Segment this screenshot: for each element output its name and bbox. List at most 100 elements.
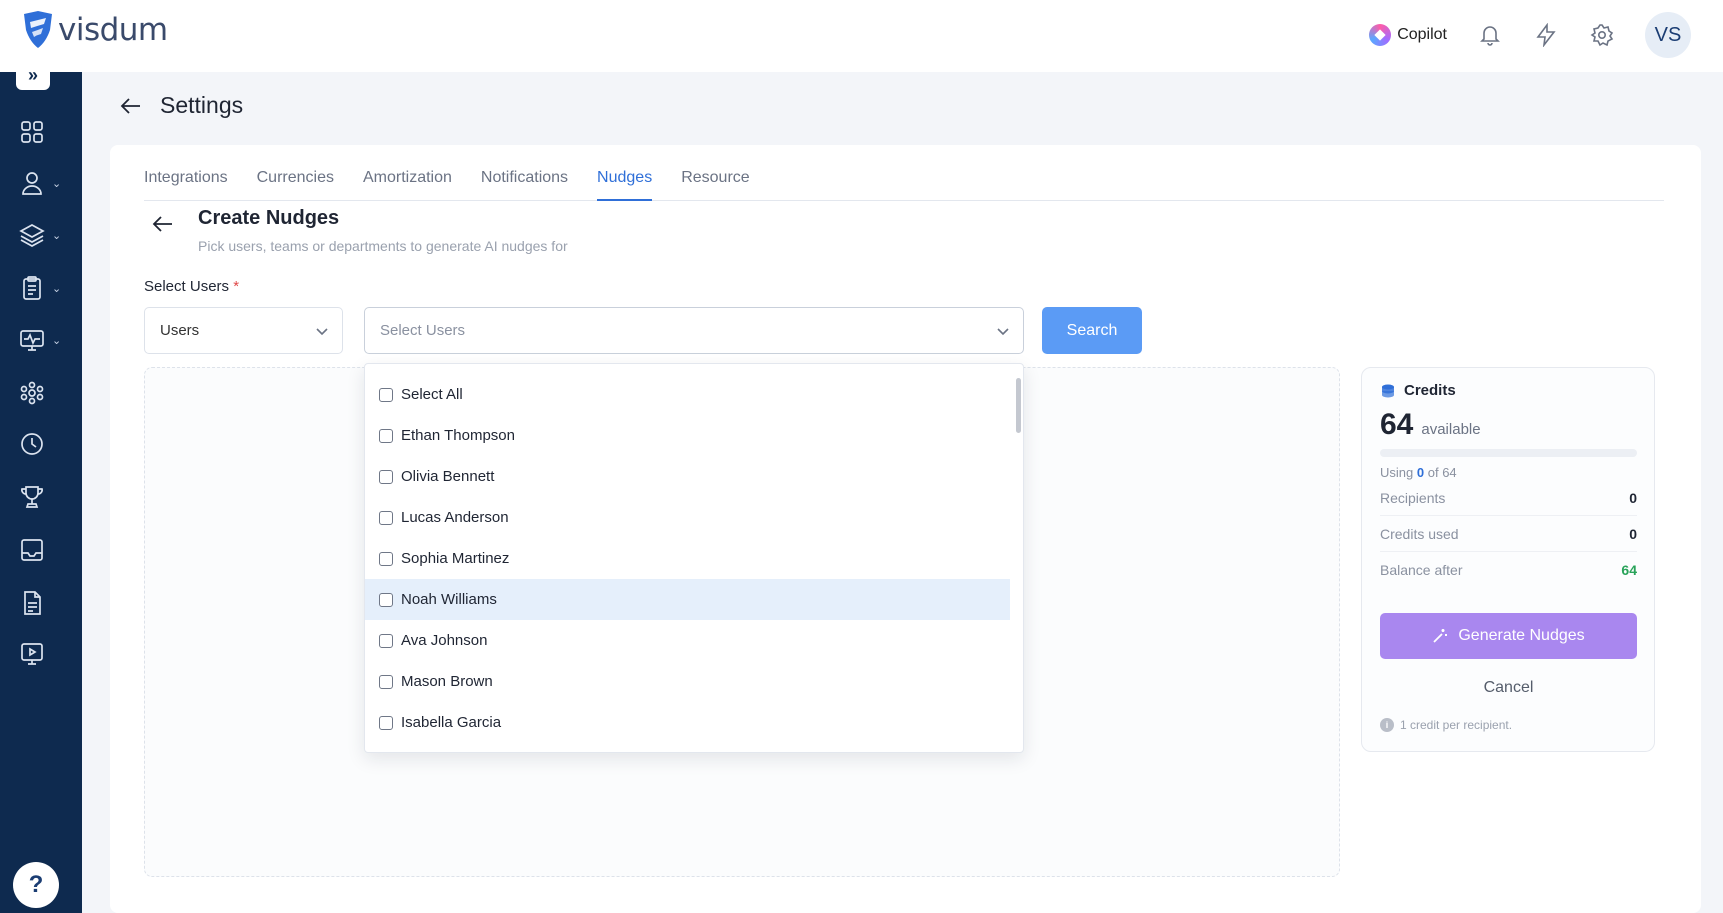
- user-multiselect-placeholder: Select Users: [380, 322, 466, 339]
- credits-panel: Credits 64 available Using 0 of 64 Recip…: [1361, 367, 1655, 752]
- option-label: Sophia Martinez: [401, 550, 510, 567]
- user-dropdown-list: Select All Ethan Thompson Olivia Bennett…: [364, 363, 1024, 753]
- option-label: Select All: [401, 386, 463, 403]
- field-label-text: Select Users: [144, 278, 230, 295]
- page-header: Settings: [118, 92, 243, 119]
- sidebar-item-presentations[interactable]: [18, 637, 70, 671]
- chevron-down-icon: ⌄: [52, 282, 62, 295]
- tab-amortization[interactable]: Amortization: [363, 169, 452, 201]
- checkbox[interactable]: [379, 715, 393, 730]
- dropdown-scrollbar[interactable]: [1016, 378, 1021, 738]
- tab-nudges[interactable]: Nudges: [597, 169, 653, 201]
- option-label: Lucas Anderson: [401, 509, 509, 526]
- magic-wand-icon: [1433, 629, 1448, 643]
- dropdown-option-hovered[interactable]: Noah Williams: [365, 579, 1010, 620]
- info-icon: i: [1380, 718, 1394, 732]
- row-label: Credits used: [1380, 525, 1459, 542]
- row-label: Recipients: [1380, 489, 1446, 506]
- row-value: 0: [1629, 489, 1637, 506]
- back-arrow-icon[interactable]: [150, 211, 176, 237]
- coins-stack-icon: [1382, 384, 1394, 397]
- dropdown-option[interactable]: Isabella Garcia: [365, 702, 1010, 743]
- team-network-icon: [20, 381, 44, 405]
- gear-icon[interactable]: [1589, 22, 1615, 48]
- required-mark: *: [233, 278, 240, 295]
- tab-integrations[interactable]: Integrations: [144, 169, 228, 201]
- dropdown-option[interactable]: Lucas Anderson: [365, 497, 1010, 538]
- document-icon: [24, 591, 41, 615]
- user-icon: [22, 172, 42, 195]
- search-button[interactable]: Search: [1042, 307, 1142, 354]
- bell-icon[interactable]: [1477, 22, 1503, 48]
- back-arrow-icon[interactable]: [118, 93, 144, 119]
- lightning-icon[interactable]: [1533, 22, 1559, 48]
- option-label: Mason Brown: [401, 673, 493, 690]
- user-avatar[interactable]: VS: [1645, 12, 1691, 58]
- dropdown-option-select-all[interactable]: Select All: [365, 374, 1010, 415]
- sidebar-item-monitor[interactable]: ⌄: [18, 323, 70, 357]
- credits-using-text: Using 0 of 64: [1380, 465, 1457, 480]
- using-suffix: of 64: [1427, 465, 1457, 480]
- tab-notifications[interactable]: Notifications: [481, 169, 568, 201]
- credits-title: Credits: [1404, 382, 1456, 399]
- credits-note-text: 1 credit per recipient.: [1400, 718, 1513, 732]
- generate-nudges-label: Generate Nudges: [1458, 627, 1585, 644]
- checkbox[interactable]: [379, 674, 393, 689]
- chevron-down-icon: [997, 327, 1009, 335]
- row-value: 0: [1629, 525, 1637, 542]
- section-header: Create Nudges Pick users, teams or depar…: [150, 205, 568, 254]
- scrollbar-thumb[interactable]: [1016, 378, 1021, 433]
- dropdown-option[interactable]: Olivia Bennett: [365, 456, 1010, 497]
- trophy-icon: [21, 486, 43, 508]
- credits-usage-bar: [1380, 449, 1637, 457]
- chevron-down-icon: ⌄: [52, 177, 62, 190]
- sidebar-item-inbox[interactable]: [18, 533, 70, 567]
- checkbox[interactable]: [379, 592, 393, 607]
- selection-type-select[interactable]: Users: [144, 307, 343, 354]
- option-label: Ava Johnson: [401, 632, 488, 649]
- copilot-label: Copilot: [1397, 26, 1447, 43]
- checkbox[interactable]: [379, 428, 393, 443]
- help-button[interactable]: ?: [13, 862, 59, 908]
- sidebar-item-history[interactable]: [18, 427, 70, 461]
- tab-currencies[interactable]: Currencies: [257, 169, 334, 201]
- sidebar-item-teams[interactable]: [18, 376, 70, 410]
- dropdown-option[interactable]: Ethan Thompson: [365, 415, 1010, 456]
- sidebar-item-users[interactable]: ⌄: [18, 166, 70, 200]
- page-title: Settings: [160, 92, 244, 118]
- credits-header: Credits: [1380, 382, 1456, 399]
- sidebar-item-layers[interactable]: ⌄: [18, 218, 70, 252]
- dropdown-option[interactable]: Sophia Martinez: [365, 538, 1010, 579]
- using-value: 0: [1416, 465, 1425, 480]
- top-actions: Copilot VS: [1369, 12, 1691, 58]
- row-label: Balance after: [1380, 562, 1463, 578]
- sidebar-item-clipboard[interactable]: ⌄: [18, 271, 70, 305]
- cancel-button[interactable]: Cancel: [1380, 668, 1637, 708]
- generate-nudges-button[interactable]: Generate Nudges: [1380, 613, 1637, 659]
- selection-type-value: Users: [160, 322, 200, 339]
- credits-available-label: available: [1421, 421, 1481, 438]
- select-users-label: Select Users *: [144, 278, 239, 295]
- settings-tabs: Integrations Currencies Amortization Not…: [144, 169, 1664, 201]
- chevron-down-icon: ⌄: [52, 334, 62, 347]
- presentation-icon: [21, 643, 43, 665]
- credits-note: i 1 credit per recipient.: [1380, 718, 1512, 732]
- dropdown-option[interactable]: Mason Brown: [365, 661, 1010, 702]
- checkbox[interactable]: [379, 469, 393, 484]
- user-multiselect[interactable]: Select Users: [364, 307, 1024, 354]
- checkbox[interactable]: [379, 551, 393, 566]
- copilot-button[interactable]: Copilot: [1369, 24, 1447, 46]
- sidebar-item-documents[interactable]: [18, 586, 70, 620]
- sidebar-item-dashboard[interactable]: [18, 115, 70, 149]
- tab-resource[interactable]: Resource: [681, 169, 749, 201]
- credits-row-credits-used: Credits used 0: [1380, 516, 1637, 552]
- double-chevron-right-icon[interactable]: »: [16, 60, 50, 90]
- clock-icon: [21, 433, 43, 455]
- checkbox[interactable]: [379, 387, 393, 402]
- option-label: Ethan Thompson: [401, 427, 515, 444]
- sidebar-item-rewards[interactable]: [18, 480, 70, 514]
- dropdown-option[interactable]: Ava Johnson: [365, 620, 1010, 661]
- checkbox[interactable]: [379, 510, 393, 525]
- brand-logo[interactable]: visdum: [22, 10, 168, 50]
- checkbox[interactable]: [379, 633, 393, 648]
